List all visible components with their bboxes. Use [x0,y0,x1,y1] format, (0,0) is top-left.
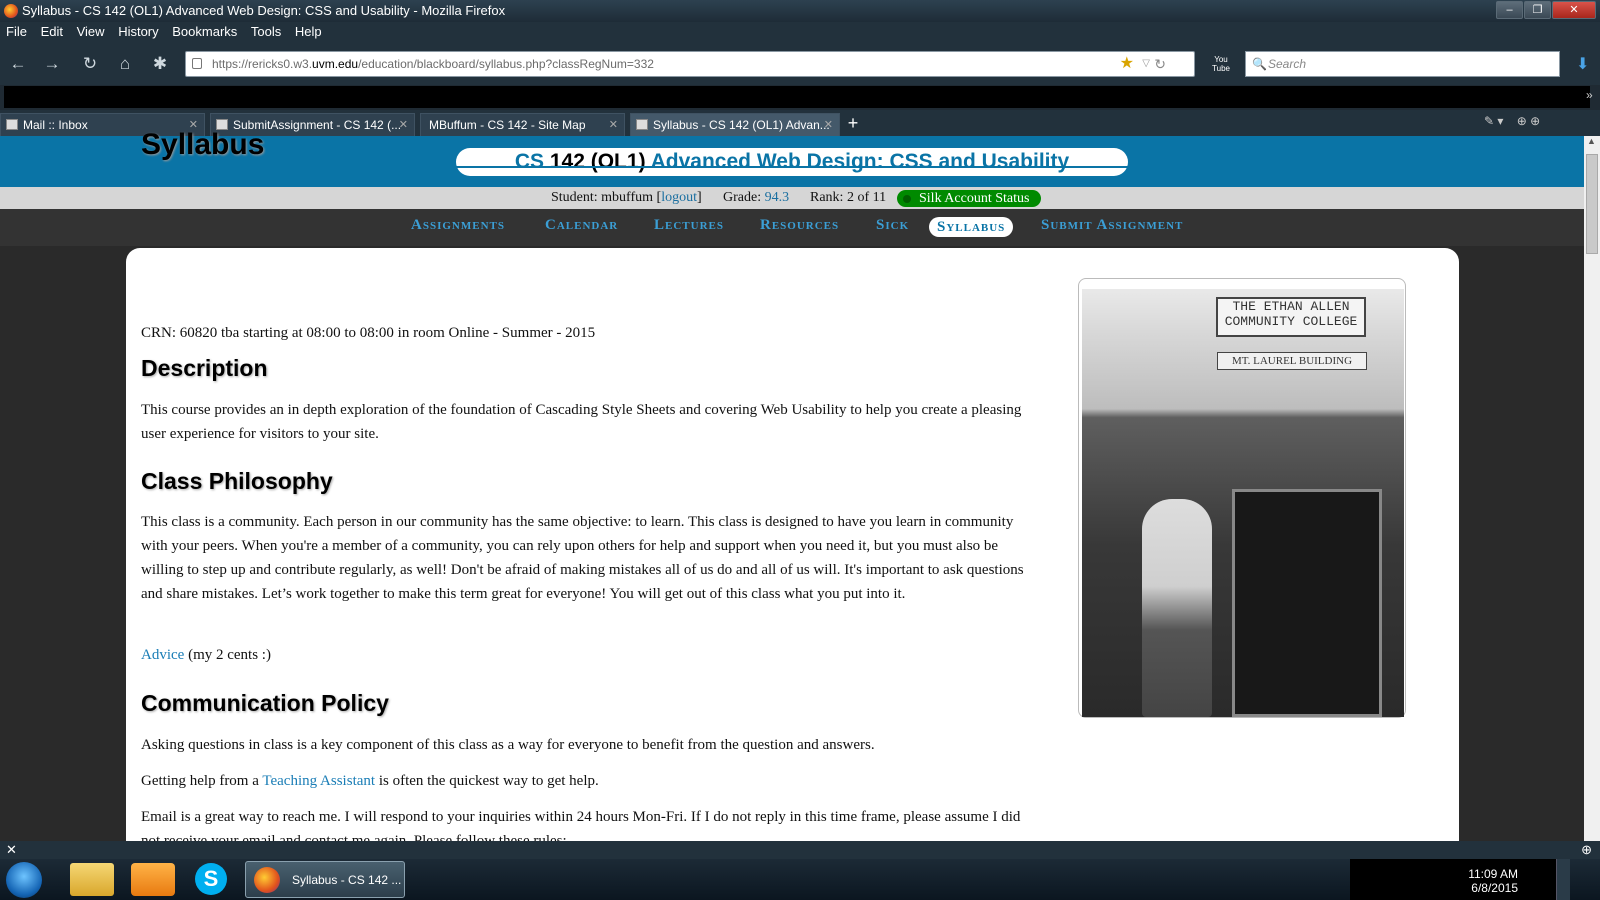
show-desktop-button[interactable] [1556,859,1570,900]
restore-button[interactable]: ❐ [1524,1,1551,19]
system-tray: 11:09 AM 6/8/2015 [1350,859,1570,900]
bookmarks-bar [4,86,1590,108]
course-title: CS 142 (OL1) Advanced Web Design: CSS an… [456,148,1128,176]
bookmarks-chevron-icon[interactable]: » [1586,88,1593,102]
menu-help[interactable]: Help [295,24,322,39]
firefox-icon [254,867,280,893]
menu-edit[interactable]: Edit [41,24,63,39]
advice-line: Advice (my 2 cents :) [141,647,271,663]
menu-file[interactable]: File [6,24,27,39]
logout-link[interactable]: logout [661,190,697,205]
student-status-bar: Student: mbuffum [logout] Grade: 94.3 Ra… [0,187,1584,209]
scrollbar-thumb[interactable] [1586,154,1598,254]
close-window-button[interactable]: ✕ [1552,1,1596,19]
mail-icon [6,119,18,130]
teaching-assistant-link[interactable]: Teaching Assistant [262,773,375,789]
download-icon[interactable]: ⬇ [1576,54,1589,74]
nav-submit-assignment[interactable]: Submit Assignment [1041,217,1183,234]
url-text: https://rericks0.w3.uvm.edu/education/bl… [212,57,654,71]
heading-class-philosophy: Class Philosophy [141,468,333,494]
nav-resources[interactable]: Resources [760,217,839,234]
silk-account-status-button[interactable]: Silk Account Status [897,190,1042,207]
description-text: This course provides an in depth explora… [141,402,1022,442]
philosophy-text: This class is a community. Each person i… [141,514,1024,602]
tab-close-icon[interactable]: ✕ [399,114,408,136]
college-photo: THE ETHAN ALLEN COMMUNITY COLLEGE MT. LA… [1078,278,1406,718]
heading-communication-policy: Communication Policy [141,690,389,716]
menu-tools[interactable]: Tools [251,24,281,39]
student-info: Student: mbuffum [logout] [551,190,702,205]
skype-icon[interactable]: S [195,863,227,895]
crn-text: CRN: 60820 tba starting at 08:00 to 08:0… [141,325,596,341]
window-title: Syllabus - CS 142 (OL1) Advanced Web Des… [22,3,506,18]
toolbar-extension-icons[interactable]: ✎ ▾ ⊕ ⊕ [1484,114,1540,128]
photo-doorway [1232,489,1382,717]
explorer-icon[interactable] [70,863,114,896]
page-icon [636,119,648,130]
title-rule [141,166,1443,168]
nav-sick[interactable]: Sick [876,217,909,234]
communication-text-3: Email is a great way to reach me. I will… [141,809,1021,841]
back-icon[interactable]: ← [6,52,30,76]
youtube-icon[interactable]: You Tube [1212,55,1230,73]
heading-description: Description [141,355,268,381]
new-tab-button[interactable]: + [842,112,864,134]
page-title: Syllabus [141,128,265,161]
communication-text-1: Asking questions in class is a key compo… [141,737,875,753]
tab-close-icon[interactable]: ✕ [609,114,618,136]
tab-syllabus[interactable]: Syllabus - CS 142 (OL1) Advan... ✕ [630,113,840,136]
url-dropdown-icon[interactable]: ▽ [1142,52,1150,76]
forward-icon[interactable]: → [40,52,64,76]
nav-syllabus[interactable]: Syllabus [929,217,1014,237]
nav-assignments[interactable]: Assignments [411,217,505,234]
search-input[interactable]: 🔍 Search [1245,51,1560,77]
taskbar-firefox-button[interactable]: Syllabus - CS 142 ... [245,861,405,898]
photo-sign-college: THE ETHAN ALLEN COMMUNITY COLLEGE [1216,297,1366,337]
navigation-toolbar: ← → ↻ ⌂ ✱ https://rericks0.w3.uvm.edu/ed… [0,42,1600,85]
grade-info: Grade: 94.3 [723,190,790,205]
minimize-button[interactable]: – [1496,1,1523,19]
start-button[interactable] [6,862,42,898]
media-player-icon[interactable] [131,863,175,896]
site-nav: Assignments Calendar Lectures Resources … [0,209,1584,246]
rank-info: Rank: 2 of 11 [810,190,887,205]
advice-link[interactable]: Advice [141,647,184,663]
menu-view[interactable]: View [77,24,105,39]
menu-history[interactable]: History [118,24,158,39]
bookmark-star-icon[interactable]: ★ [1120,52,1134,76]
photo-sign-building: MT. LAUREL BUILDING [1217,352,1367,370]
menu-bar: File Edit View History Bookmarks Tools H… [0,22,1600,42]
addon-status-icon[interactable]: ⊕ [1581,841,1592,859]
menu-bookmarks[interactable]: Bookmarks [172,24,237,39]
tab-sitemap[interactable]: MBuffum - CS 142 - Site Map ✕ [420,113,625,136]
firefox-icon [4,4,18,18]
clock[interactable]: 11:09 AM 6/8/2015 [1468,867,1518,895]
window-titlebar: Syllabus - CS 142 (OL1) Advanced Web Des… [0,0,1600,22]
search-icon: 🔍 [1252,57,1267,71]
home-icon[interactable]: ⌂ [113,52,137,76]
communication-text-2: Getting help from a Teaching Assistant i… [141,773,599,789]
lock-icon [192,58,202,69]
vertical-scrollbar[interactable]: ▲ [1584,136,1600,841]
tab-close-icon[interactable]: ✕ [824,114,833,136]
addon-bar: ✕ ⊕ [0,841,1600,859]
url-bar[interactable]: https://rericks0.w3.uvm.edu/education/bl… [185,51,1195,77]
addon-close-icon[interactable]: ✕ [6,841,17,859]
grade-link[interactable]: 94.3 [765,190,790,205]
photo-person [1142,499,1212,717]
photo-image: THE ETHAN ALLEN COMMUNITY COLLEGE MT. LA… [1082,289,1404,717]
nav-calendar[interactable]: Calendar [545,217,618,234]
nav-lectures[interactable]: Lectures [654,217,724,234]
puzzle-icon[interactable]: ✱ [148,52,172,76]
taskbar: S Syllabus - CS 142 ... 11:09 AM 6/8/201… [0,859,1600,900]
reload-icon[interactable]: ↻ [78,52,102,76]
url-reload-icon[interactable]: ↻ [1154,52,1166,76]
scroll-up-icon[interactable]: ▲ [1587,136,1596,146]
